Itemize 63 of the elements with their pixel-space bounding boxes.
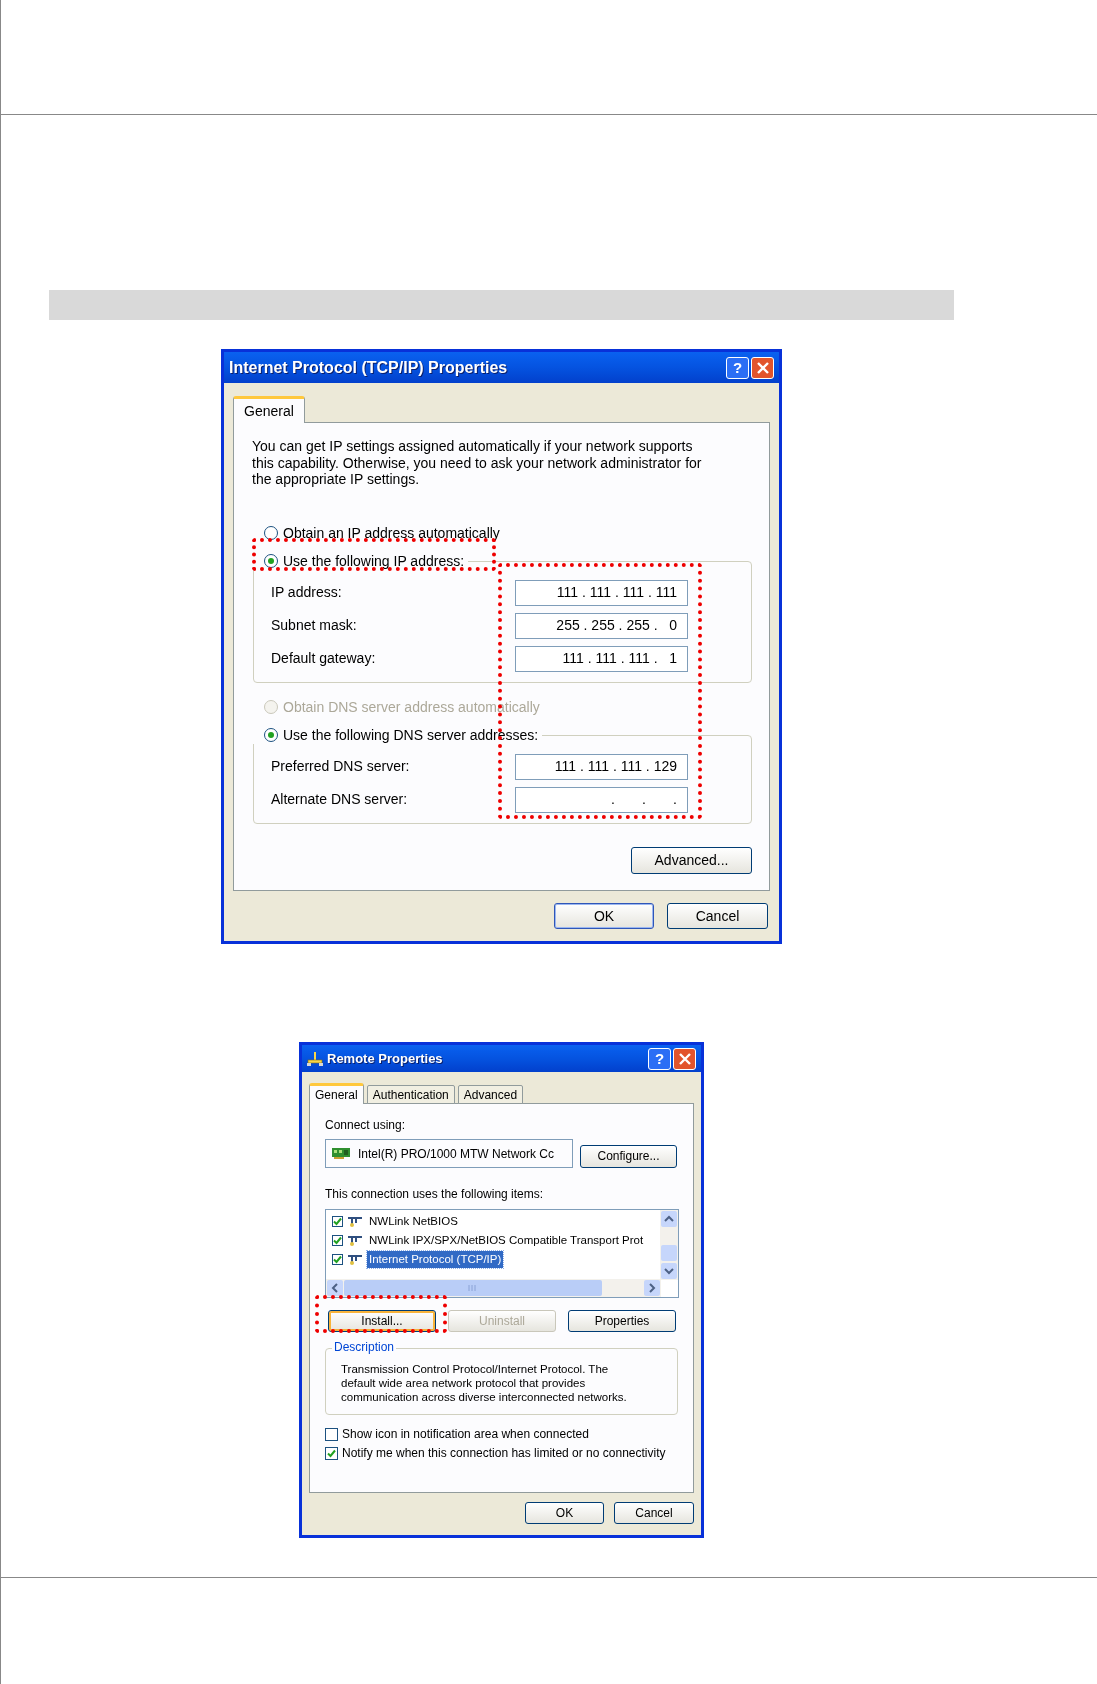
cancel-button[interactable]: Cancel [667,903,768,929]
protocol-icon [347,1216,363,1227]
cancel-button[interactable]: Cancel [614,1502,694,1524]
item-button[interactable]: Install... [328,1310,436,1332]
checkbox[interactable] [332,1254,343,1265]
checkbox[interactable] [325,1427,338,1441]
close-icon [678,1052,691,1065]
help-button[interactable]: ? [726,356,749,379]
radio-label: Obtain DNS server address automatically [283,698,540,715]
list-item[interactable]: NWLink IPX/SPX/NetBIOS Compatible Transport Prot [367,1231,646,1250]
checkbox[interactable] [332,1235,343,1246]
list-item[interactable]: Internet Protocol (TCP/IP) [367,1250,504,1269]
protocol-icon [347,1254,363,1265]
group-legend: Description [332,1341,397,1353]
ip-address-field[interactable]: . . . [515,786,688,813]
check-icon [327,1448,336,1458]
network-icon [307,1051,323,1066]
field-label: Subnet mask: [270,616,358,635]
check-icon [333,1217,342,1226]
radio-label: Obtain an IP address automatically [283,524,500,541]
radio-label: Use the following DNS server addresses: [283,726,539,743]
window-title: Internet Protocol (TCP/IP) Properties [229,357,508,378]
field-label: Connect using: [325,1117,406,1134]
ip-address-field[interactable]: 111 . 111 . 111 . 129 [515,753,688,780]
radio-button[interactable] [264,553,278,568]
window-title: Remote Properties [327,1049,443,1068]
radio-button[interactable] [264,525,278,540]
tab[interactable]: Advanced [457,1085,524,1104]
description-text: Transmission Control Protocol/Internet Protocol. The default wide area network protocol that provides communication across diverse interconnected networks. [341,1362,628,1404]
ok-button[interactable]: OK [554,903,654,929]
tab[interactable]: General [309,1083,364,1104]
check-icon [333,1255,342,1264]
check-icon [333,1236,342,1245]
field-label: Alternate DNS server: [270,790,409,809]
checkbox-label: Show icon in notification area when connected [342,1426,589,1443]
ip-address-field[interactable]: 111 . 111 . 111 . 111 [515,579,688,606]
ip-address-field[interactable]: 111 . 111 . 111 . 1 [515,645,688,672]
protocol-icon [347,1235,363,1246]
adapter-name: Intel(R) PRO/1000 MTW Network Cc [358,1145,555,1163]
advanced-button[interactable]: Advanced... [631,846,752,874]
radio-button[interactable] [264,727,278,742]
field-label: This connection uses the following items: [325,1186,544,1203]
field-label: Preferred DNS server: [270,757,411,776]
tab[interactable]: General [233,396,305,423]
ok-button[interactable]: OK [525,1502,604,1524]
close-button[interactable] [751,356,774,379]
radio-label: Use the following IP address: [283,552,465,569]
tab[interactable]: Authentication [366,1085,455,1104]
close-icon [756,361,769,374]
intro-text: You can get IP settings assigned automatically if your network supports this capability. Otherwise, you need to ask your network administrator for the appropriate IP settings. [252,438,703,488]
network-card-icon [332,1148,350,1159]
field-label: Default gateway: [270,649,377,668]
checkbox[interactable] [325,1446,338,1460]
configure-button[interactable]: Configure... [580,1144,677,1168]
item-button[interactable]: Properties [568,1310,676,1332]
list-item[interactable]: NWLink NetBIOS [367,1212,460,1231]
checkbox[interactable] [332,1216,343,1227]
field-label: IP address: [270,583,343,602]
checkbox-label: Notify me when this connection has limited or no connectivity [342,1445,666,1462]
ip-address-field[interactable]: 255 . 255 . 255 . 0 [515,612,688,639]
help-button[interactable]: ? [648,1047,671,1070]
vertical-scrollbar [660,1210,678,1280]
close-button[interactable] [673,1047,696,1070]
